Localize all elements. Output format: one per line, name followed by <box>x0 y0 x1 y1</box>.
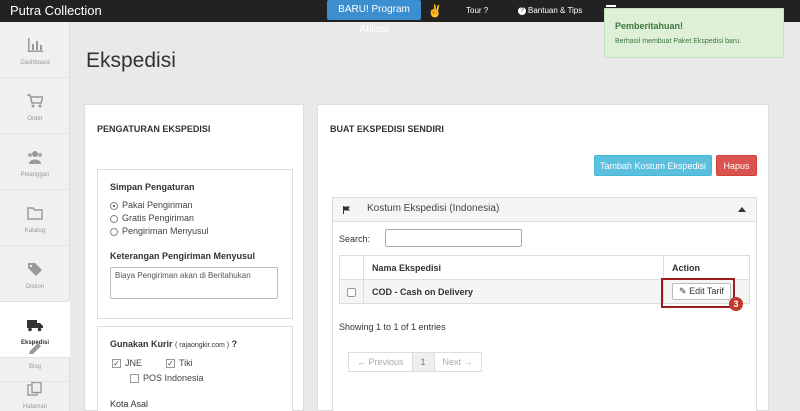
checkbox[interactable]: ✓ <box>112 359 121 369</box>
radio-label: Pengiriman Menyusul <box>122 226 209 236</box>
sidebar: Dashboard Order Pelanggan Katalog Diskon… <box>0 22 70 411</box>
radio-label: Gratis Pengiriman <box>122 213 195 223</box>
chart-icon <box>28 38 43 52</box>
search-label: Search: <box>339 234 371 244</box>
radio-button[interactable] <box>110 214 118 223</box>
help-label: Bantuan & Tips <box>528 6 583 15</box>
cart-icon <box>27 94 43 108</box>
courier-pos[interactable]: POS Indonesia <box>130 372 204 384</box>
pagination: ← Previous 1 Next → <box>348 352 482 372</box>
radio-button[interactable] <box>110 201 118 210</box>
expedition-name-cell: COD - Cash on Delivery <box>363 279 664 304</box>
notification-title: Pemberitahuan! <box>615 21 684 31</box>
delete-button[interactable]: Hapus <box>716 155 757 176</box>
settings-panel: PENGATURAN EKSPEDISI Simpan Pengaturan P… <box>84 104 304 411</box>
column-header-action: Action <box>663 255 750 280</box>
sidebar-item-label: Dashboard <box>20 60 50 66</box>
radio-pakai-pengiriman[interactable]: Pakai Pengiriman <box>110 199 193 211</box>
sidebar-item-katalog[interactable]: Katalog <box>0 190 70 246</box>
sidebar-item-label: Diskon <box>25 284 45 290</box>
mascot-icon: ✌ <box>427 4 443 18</box>
radio-button[interactable] <box>110 227 118 236</box>
folder-icon <box>27 207 43 220</box>
edit-tarif-highlight <box>661 278 735 308</box>
radio-pengiriman-menyusul[interactable]: Pengiriman Menyusul <box>110 225 209 237</box>
sidebar-item-dashboard[interactable]: Dashboard <box>0 22 70 78</box>
entries-info: Showing 1 to 1 of 1 entries <box>339 322 446 332</box>
courier-label: POS Indonesia <box>143 373 204 383</box>
sidebar-item-label: Pelanggan <box>20 172 50 178</box>
custom-expedition-box-header[interactable]: Kostum Ekspedisi (Indonesia) <box>333 198 756 222</box>
page-title: Ekspedisi <box>86 49 176 72</box>
collapse-icon[interactable] <box>738 207 746 212</box>
sidebar-item-diskon[interactable]: Diskon <box>0 246 70 302</box>
settings-panel-heading: PENGATURAN EKSPEDISI <box>97 124 211 134</box>
tour-link[interactable]: Tour ? <box>466 0 488 22</box>
header-checkbox-cell <box>339 255 364 280</box>
note-textarea[interactable]: Biaya Pengiriman akan di Beritahukan <box>110 267 278 299</box>
help-link[interactable]: ? Bantuan & Tips <box>518 0 582 22</box>
courier-help[interactable]: ? <box>232 339 238 349</box>
courier-title-text: Gunakan Kurir <box>110 339 173 349</box>
pages-icon <box>27 382 42 396</box>
courier-label: JNE <box>125 358 143 368</box>
flag-icon <box>343 206 350 214</box>
column-header-name[interactable]: Nama Ekspedisi <box>363 255 664 280</box>
brand-title[interactable]: Putra Collection <box>10 3 102 18</box>
origin-label: Kota Asal <box>110 399 149 409</box>
add-custom-expedition-button[interactable]: Tambah Kostum Ekspedisi <box>594 155 712 176</box>
pagination-page[interactable]: 1 <box>411 352 435 372</box>
save-settings-title: Simpan Pengaturan <box>110 182 195 192</box>
courier-box: Gunakan Kurir ( rajaongkir.com ) ? ✓ JNE … <box>97 326 293 411</box>
save-settings-box: Simpan Pengaturan Pakai Pengiriman Grati… <box>97 169 293 319</box>
tour-label: Tour ? <box>466 6 489 15</box>
notification-body: Berhasil membuat Paket Ekspedisi baru. <box>615 38 742 45</box>
sidebar-item-pelanggan[interactable]: Pelanggan <box>0 134 70 190</box>
sidebar-item-label: Order <box>27 116 43 122</box>
step-badge: 3 <box>729 297 743 311</box>
row-checkbox[interactable] <box>347 287 356 297</box>
courier-title: Gunakan Kurir ( rajaongkir.com ) ? <box>110 339 237 349</box>
radio-label: Pakai Pengiriman <box>122 200 193 210</box>
courier-jne[interactable]: ✓ JNE <box>112 357 142 369</box>
row-checkbox-cell <box>339 279 364 304</box>
tag-icon <box>28 263 42 276</box>
custom-panel-heading: BUAT EKSPEDISI SENDIRI <box>330 124 444 134</box>
sidebar-item-order[interactable]: Order <box>0 78 70 134</box>
radio-gratis-pengiriman[interactable]: Gratis Pengiriman <box>110 212 194 224</box>
sidebar-item-label: Katalog <box>24 228 46 234</box>
checkbox[interactable]: ✓ <box>166 359 175 369</box>
success-notification: Pemberitahuan! Berhasil membuat Paket Ek… <box>604 8 784 58</box>
custom-expedition-box-title: Kostum Ekspedisi (Indonesia) <box>367 203 500 214</box>
custom-expedition-panel: BUAT EKSPEDISI SENDIRI Tambah Kostum Eks… <box>317 104 769 411</box>
courier-label: Tiki <box>179 358 193 368</box>
pagination-next[interactable]: Next → <box>433 352 482 372</box>
sidebar-item-label: Halaman <box>22 404 47 410</box>
users-icon <box>28 151 42 164</box>
table-header-row: Nama Ekspedisi Action <box>339 255 750 280</box>
help-icon: ? <box>518 6 526 15</box>
courier-tiki[interactable]: ✓ Tiki <box>166 357 193 369</box>
checkbox[interactable] <box>130 374 139 384</box>
pagination-previous[interactable]: ← Previous <box>348 352 413 372</box>
pencil-icon <box>29 343 41 354</box>
sidebar-item-halaman[interactable]: Halaman <box>0 366 70 411</box>
note-title: Keterangan Pengiriman Menyusul <box>110 251 256 261</box>
courier-source-link[interactable]: ( rajaongkir.com ) <box>175 342 229 349</box>
search-input[interactable] <box>385 229 522 247</box>
promo-affiliate-button[interactable]: BARU! Program Afiliasi <box>327 0 421 35</box>
